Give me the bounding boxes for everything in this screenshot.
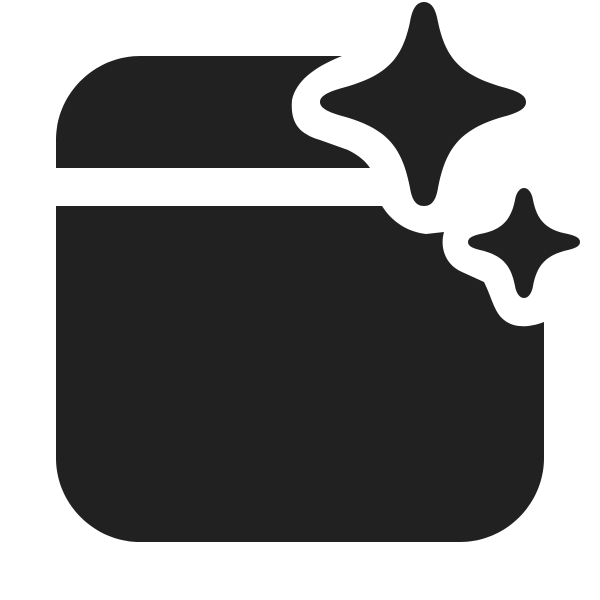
window-title-bar	[56, 56, 370, 168]
icon-canvas	[0, 0, 600, 600]
window-body	[56, 206, 544, 542]
small-sparkle	[468, 188, 580, 298]
window-sparkle-icon	[56, 2, 580, 542]
large-sparkle	[320, 2, 526, 206]
